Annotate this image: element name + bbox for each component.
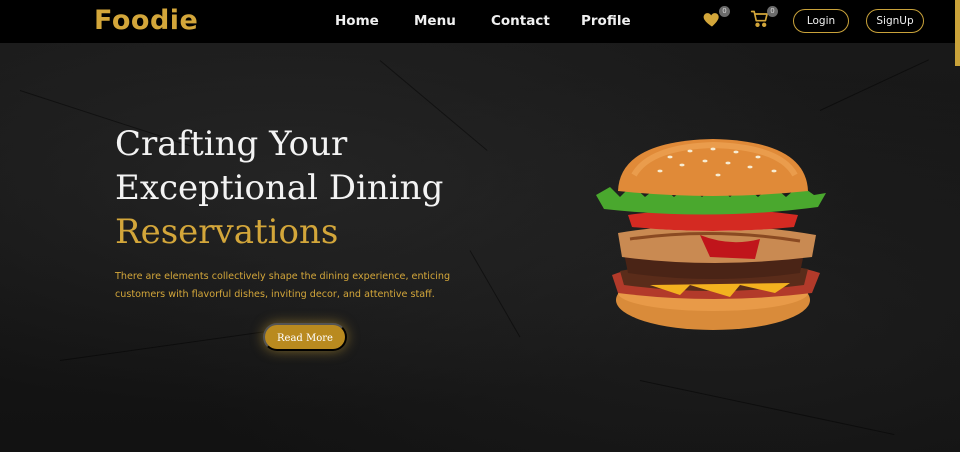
navbar: Foodie Home Menu Contact Profile 0 0 Log…	[0, 0, 960, 43]
burger-image	[596, 139, 826, 330]
nav-link-contact[interactable]: Contact	[491, 13, 550, 29]
cart-button[interactable]: 0	[750, 6, 778, 31]
read-more-button[interactable]: Read More	[263, 323, 347, 351]
signup-button[interactable]: SignUp	[866, 9, 924, 33]
wishlist-button[interactable]: 0	[702, 6, 730, 31]
hero-title-line-1: Crafting Your	[115, 124, 348, 164]
scrollbar-thumb[interactable]	[955, 0, 960, 66]
nav-link-menu[interactable]: Menu	[414, 13, 456, 29]
hero-title-line-2: Exceptional Dining	[115, 168, 444, 208]
brand-logo[interactable]: Foodie	[94, 5, 198, 36]
nav-link-profile[interactable]: Profile	[581, 13, 631, 29]
hero-description: There are elements collectively shape th…	[115, 271, 451, 300]
hero-title: Crafting Your Exceptional Dining Reserva…	[115, 122, 443, 254]
hero-title-accent: Reservations	[115, 212, 339, 252]
nav-link-home[interactable]: Home	[335, 13, 379, 29]
login-button[interactable]: Login	[793, 9, 849, 33]
cart-count-badge: 0	[767, 6, 778, 17]
wishlist-count-badge: 0	[719, 6, 730, 17]
